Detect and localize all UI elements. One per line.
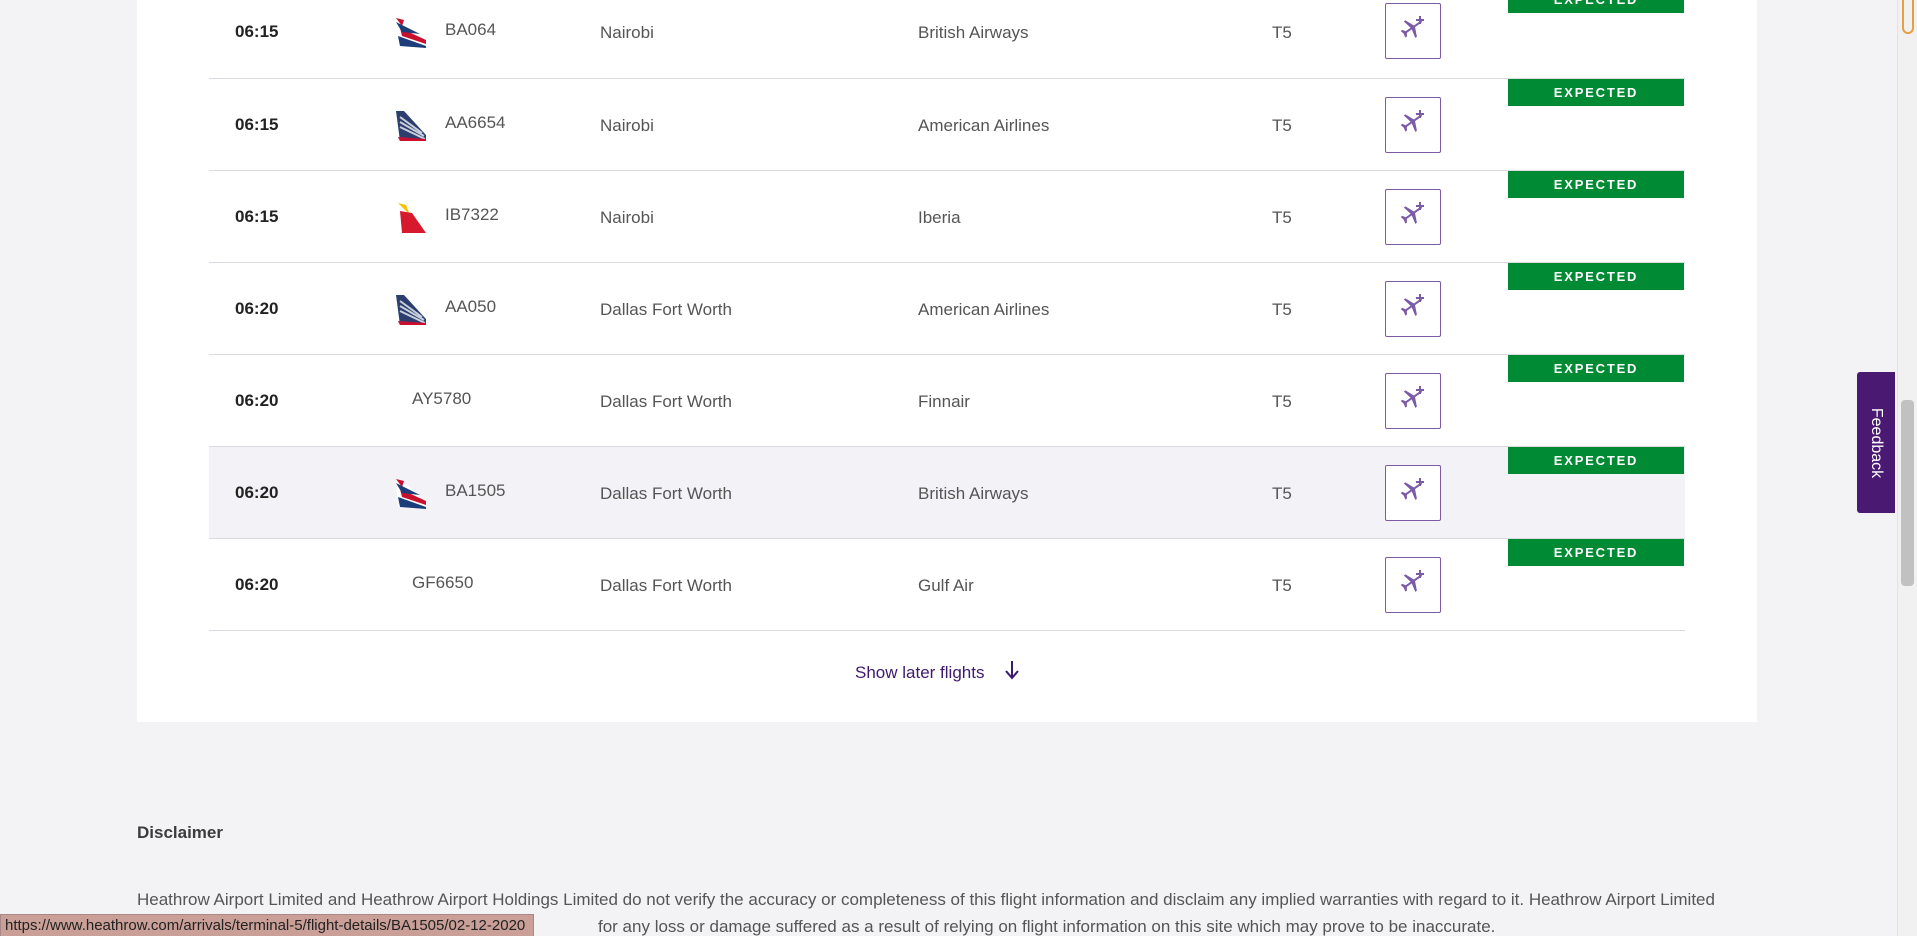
flight-terminal: T5: [1272, 23, 1292, 42]
flight-time: 06:20: [235, 299, 279, 318]
flight-time: 06:15: [235, 207, 279, 226]
flight-number-link[interactable]: BA064: [445, 20, 496, 40]
iberia-logo: [392, 199, 430, 235]
american-airlines-logo: [392, 107, 430, 143]
flight-number-link[interactable]: BA1505: [445, 481, 506, 501]
plane-plus-icon: [1398, 476, 1428, 511]
page: 06:15 BA064 Nairobi British Airways T5 EXPECT…: [0, 0, 1917, 936]
plane-plus-icon: [1398, 384, 1428, 419]
flight-origin: Dallas Fort Worth: [600, 392, 732, 411]
flight-origin: Nairobi: [600, 23, 654, 42]
plane-plus-icon: [1398, 292, 1428, 327]
plane-plus-icon: [1398, 14, 1428, 49]
flight-number-link[interactable]: AA050: [445, 297, 496, 317]
flight-terminal: T5: [1272, 300, 1292, 319]
table-row[interactable]: 06:20 GF6650 Dallas Fort Worth Gulf Air T5 EX…: [209, 539, 1685, 631]
show-later-flights-button[interactable]: Show later flights: [855, 660, 1020, 685]
track-flight-button[interactable]: [1385, 189, 1441, 245]
flight-terminal: T5: [1272, 484, 1292, 503]
track-flight-button[interactable]: [1385, 3, 1441, 59]
flight-number-link[interactable]: AY5780: [412, 389, 471, 409]
track-flight-button[interactable]: [1385, 373, 1441, 429]
flight-time: 06:20: [235, 483, 279, 502]
flight-terminal: T5: [1272, 392, 1292, 411]
track-flight-button[interactable]: [1385, 281, 1441, 337]
table-row[interactable]: 06:20 AY5780 Dallas Fort Worth Finnair T5 EXP…: [209, 355, 1685, 447]
track-flight-button[interactable]: [1385, 97, 1441, 153]
flight-airline: British Airways: [918, 484, 1029, 503]
disclaimer-line-1: Heathrow Airport Limited and Heathrow Ai…: [137, 890, 1715, 909]
plane-plus-icon: [1398, 108, 1428, 143]
flights-card: 06:15 BA064 Nairobi British Airways T5 EXPECT…: [137, 0, 1757, 722]
status-badge: EXPECTED: [1508, 0, 1684, 13]
flight-airline: Gulf Air: [918, 576, 974, 595]
status-badge: EXPECTED: [1508, 171, 1684, 198]
status-badge: EXPECTED: [1508, 355, 1684, 382]
flight-time: 06:15: [235, 22, 279, 41]
flight-terminal: T5: [1272, 208, 1292, 227]
flight-airline: Iberia: [918, 208, 961, 227]
british-airways-logo: [392, 14, 430, 50]
track-flight-button[interactable]: [1385, 465, 1441, 521]
flight-time: 06:20: [235, 391, 279, 410]
british-airways-logo: [392, 475, 430, 511]
flight-time: 06:20: [235, 575, 279, 594]
status-badge: EXPECTED: [1508, 79, 1684, 106]
flight-airline: British Airways: [918, 23, 1029, 42]
table-row[interactable]: 06:15 IB7322 Nairobi Iberia T5 EXPECTED: [209, 171, 1685, 263]
flight-number-link[interactable]: IB7322: [445, 205, 499, 225]
flight-airline: Finnair: [918, 392, 970, 411]
flight-origin: Nairobi: [600, 208, 654, 227]
arrow-down-icon: [1004, 660, 1020, 685]
flight-terminal: T5: [1272, 576, 1292, 595]
status-badge: EXPECTED: [1508, 447, 1684, 474]
flight-airline: American Airlines: [918, 116, 1050, 135]
flight-origin: Dallas Fort Worth: [600, 576, 732, 595]
feedback-tab[interactable]: Feedback: [1857, 372, 1895, 513]
flight-number-link[interactable]: GF6650: [412, 573, 473, 593]
plane-plus-icon: [1398, 568, 1428, 603]
table-row[interactable]: 06:15 AA6654 Nairobi American Airlines T5 EXP…: [209, 79, 1685, 171]
status-badge: EXPECTED: [1508, 263, 1684, 290]
show-later-flights-label: Show later flights: [855, 662, 985, 682]
status-badge: EXPECTED: [1508, 539, 1684, 566]
status-bar-url: https://www.heathrow.com/arrivals/termin…: [0, 914, 535, 936]
scrollbar[interactable]: [1897, 0, 1917, 936]
table-row[interactable]: 06:15 BA064 Nairobi British Airways T5 EXPECT…: [209, 0, 1685, 79]
feedback-label: Feedback: [1868, 407, 1886, 478]
flight-origin: Dallas Fort Worth: [600, 300, 732, 319]
flight-terminal: T5: [1272, 116, 1292, 135]
scrollbar-thumb[interactable]: [1901, 400, 1914, 586]
scroll-indicator: [1902, 0, 1914, 34]
flight-time: 06:15: [235, 115, 279, 134]
plane-plus-icon: [1398, 200, 1428, 235]
flight-number-link[interactable]: AA6654: [445, 113, 506, 133]
flight-origin: Nairobi: [600, 116, 654, 135]
flights-table: 06:15 BA064 Nairobi British Airways T5 EXPECT…: [209, 0, 1685, 631]
table-row[interactable]: 06:20 BA1505 Dallas Fort Worth British Airw…: [209, 447, 1685, 539]
track-flight-button[interactable]: [1385, 557, 1441, 613]
disclaimer-title: Disclaimer: [137, 823, 223, 842]
flight-airline: American Airlines: [918, 300, 1050, 319]
flight-origin: Dallas Fort Worth: [600, 484, 732, 503]
american-airlines-logo: [392, 291, 430, 327]
table-row[interactable]: 06:20 AA050 Dallas Fort Worth American Airl…: [209, 263, 1685, 355]
